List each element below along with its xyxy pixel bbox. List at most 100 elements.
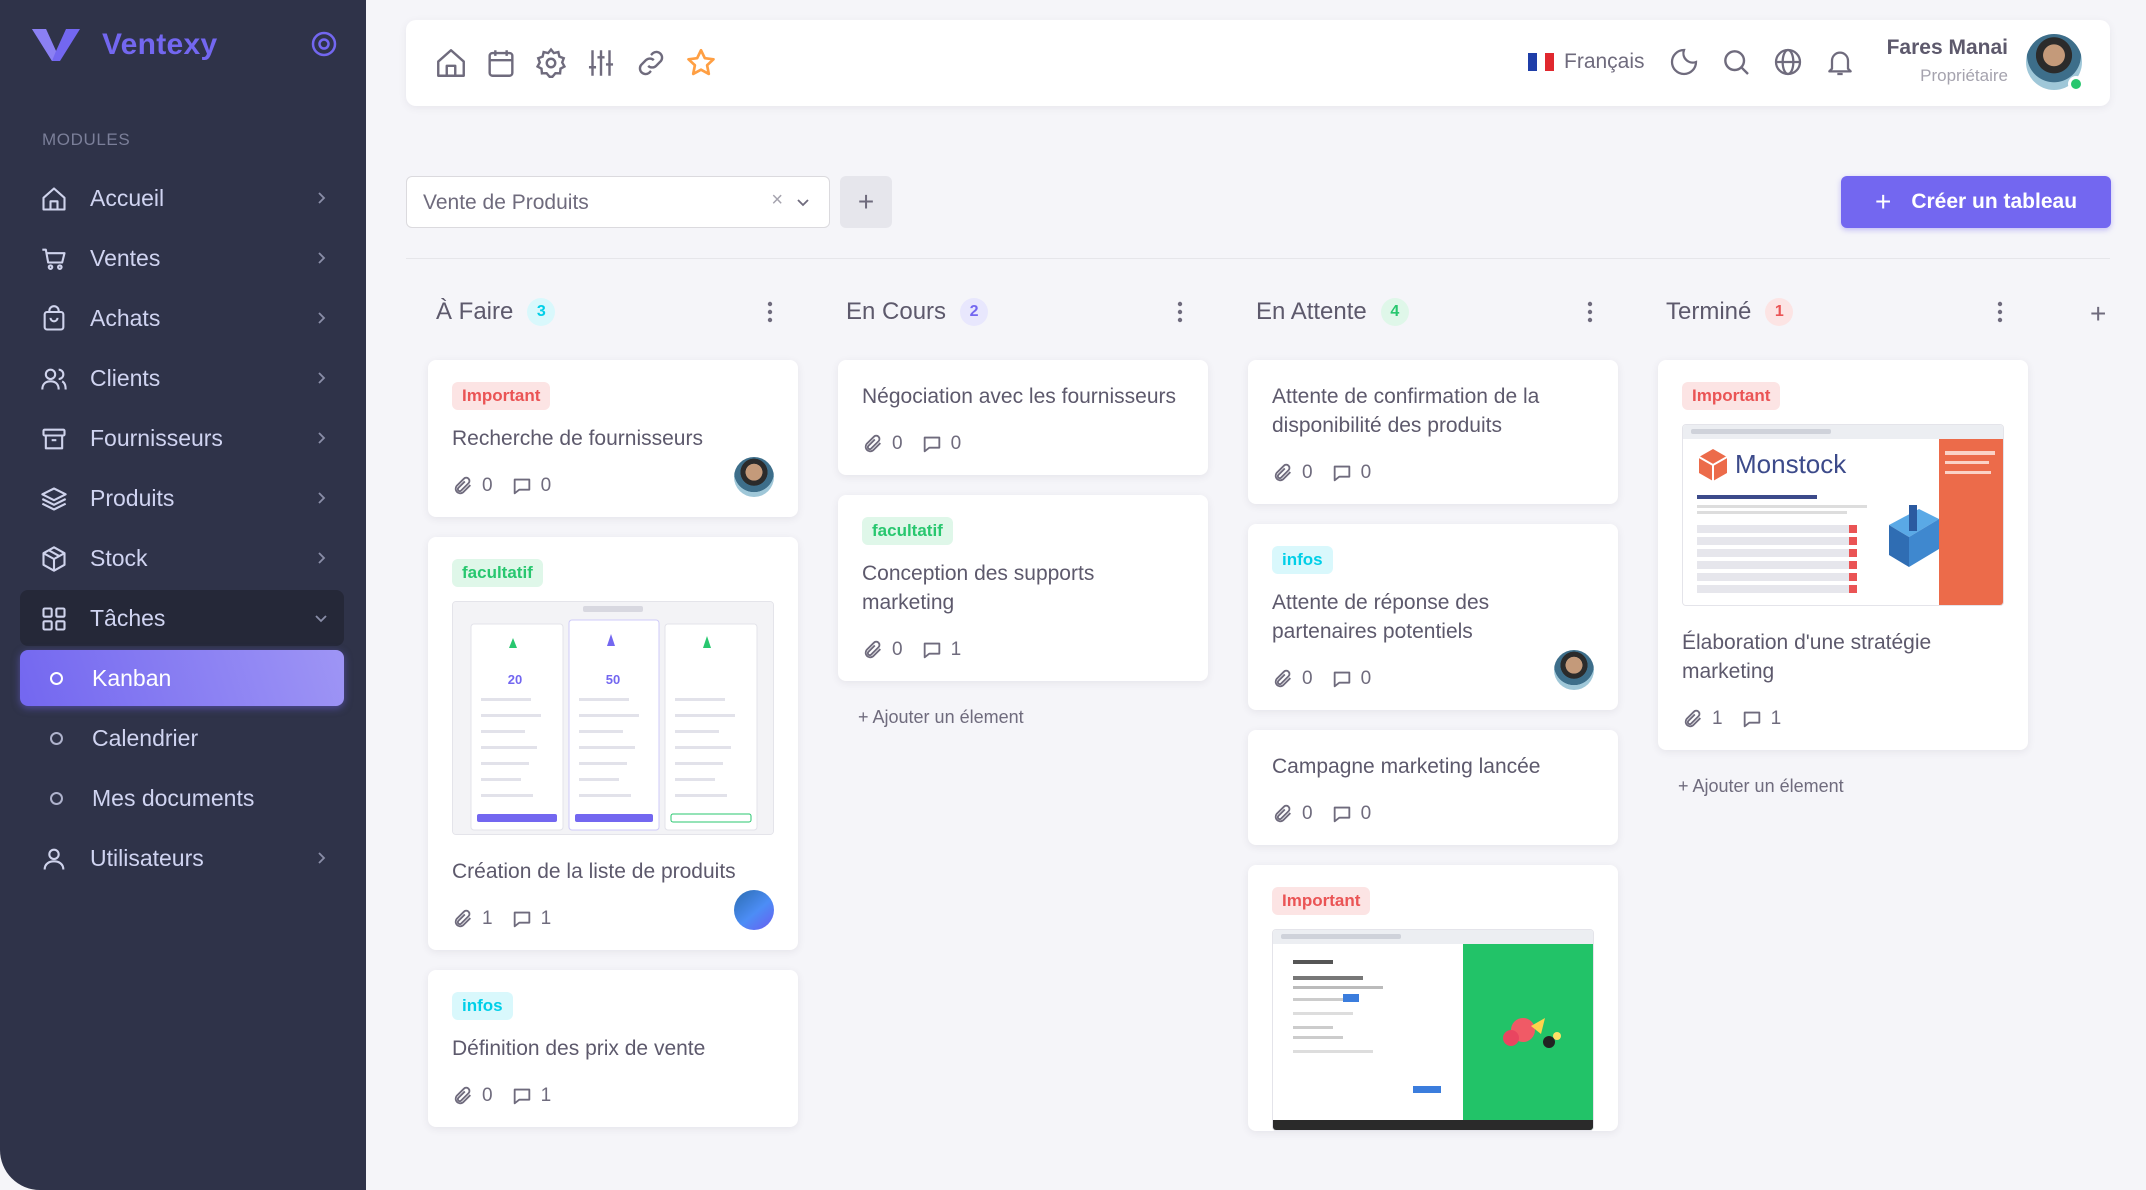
moon-icon[interactable]	[1668, 46, 1700, 78]
board-select[interactable]: Vente de Produits ×	[406, 176, 830, 228]
sidebar-item-label: Clients	[90, 364, 161, 391]
card-meta: 0 1	[452, 1085, 774, 1107]
search-icon[interactable]	[1720, 46, 1752, 78]
column-title[interactable]: Terminé	[1666, 298, 1751, 326]
kanban-card[interactable]: infos Attente de réponse des partenaires…	[1248, 524, 1618, 710]
column-title[interactable]: À Faire	[436, 298, 513, 326]
package-icon	[42, 546, 66, 572]
sidebar-item-achats[interactable]: Achats	[20, 290, 344, 346]
more-vertical-icon[interactable]	[756, 298, 784, 326]
kanban-card[interactable]: Attente de confirmation de la disponibil…	[1248, 360, 1618, 504]
add-item-button[interactable]: + Ajouter un élement	[858, 707, 1208, 728]
more-vertical-icon[interactable]	[1576, 298, 1604, 326]
attachment-count: 1	[482, 908, 493, 929]
sidebar-item-ventes[interactable]: Ventes	[20, 230, 344, 286]
card-title: Campagne marketing lancée	[1272, 755, 1541, 778]
chevron-right-icon	[318, 252, 326, 264]
sidebar-item-clients[interactable]: Clients	[20, 350, 344, 406]
kanban-card[interactable]: infos Définition des prix de vente 0 1	[428, 970, 798, 1127]
sidebar-item-label: Stock	[90, 544, 148, 571]
user-role: Propriétaire	[1920, 66, 2008, 85]
shopping-cart-icon	[42, 248, 66, 270]
add-column-button[interactable]: +	[2090, 298, 2106, 330]
column-title[interactable]: En Cours	[846, 298, 946, 326]
sidebar-subitem-kanban[interactable]: Kanban	[20, 650, 344, 706]
kanban-card[interactable]: Campagne marketing lancée 0 0	[1248, 730, 1618, 845]
comment-count: 0	[540, 475, 552, 496]
kanban-card[interactable]: facultatif Conception des supports marke…	[838, 495, 1208, 681]
sidebar-item-stock[interactable]: Stock	[20, 530, 344, 586]
chevron-right-icon	[318, 192, 326, 204]
bell-icon[interactable]	[1824, 46, 1856, 78]
assignee-avatar[interactable]	[734, 457, 774, 497]
card-tag: facultatif	[862, 517, 953, 545]
chevron-right-icon	[318, 432, 326, 444]
circle-icon	[50, 732, 63, 745]
sidebar-item-produits[interactable]: Produits	[20, 470, 344, 526]
clear-selection-icon[interactable]: ×	[771, 189, 783, 212]
comment-count: 0	[1360, 462, 1372, 483]
card-meta: 1 1	[452, 908, 774, 930]
sidebar-item-label: Accueil	[90, 184, 165, 211]
top-navbar: Français Fares Manai Propriétaire	[406, 20, 2110, 106]
comment-icon	[1333, 671, 1350, 688]
kanban-card[interactable]: Important	[1248, 865, 1618, 1131]
sidebar: Ventexy MODULES Accueil Ventes Achats Cl…	[0, 0, 366, 1190]
more-vertical-icon[interactable]	[1986, 298, 2014, 326]
column-count-badge: 4	[1380, 298, 1409, 326]
link-icon[interactable]	[634, 46, 668, 80]
sidebar-item-utilisateurs[interactable]: Utilisateurs	[20, 830, 344, 886]
kanban-card[interactable]: Négociation avec les fournisseurs 0 0	[838, 360, 1208, 475]
assignee-avatar[interactable]	[734, 890, 774, 930]
create-board-button[interactable]: + Créer un tableau	[1841, 176, 2111, 228]
sidebar-item-taches[interactable]: Tâches	[20, 590, 344, 646]
create-board-label: Créer un tableau	[1911, 190, 2078, 213]
sidebar-subitem-label: Calendrier	[92, 724, 199, 751]
comment-count: 1	[540, 908, 552, 929]
sidebar-toggle-icon[interactable]	[310, 30, 338, 58]
card-title: Attente de réponse des partenaires poten…	[1272, 591, 1490, 643]
brand[interactable]: Ventexy	[30, 22, 218, 68]
sidebar-item-label: Utilisateurs	[90, 844, 204, 871]
calendar-icon[interactable]	[484, 46, 518, 80]
users-icon	[41, 368, 67, 390]
assignee-avatar[interactable]	[1554, 650, 1594, 690]
add-board-button[interactable]: +	[840, 176, 892, 228]
add-item-button[interactable]: + Ajouter un élement	[1678, 776, 2028, 797]
sidebar-subitem-label: Kanban	[92, 664, 172, 691]
column-header: À Faire 3	[428, 284, 798, 340]
star-icon[interactable]	[684, 46, 718, 80]
board-select-value: Vente de Produits	[423, 191, 589, 214]
card-meta: 0 1	[862, 639, 1184, 661]
topbar-actions	[1668, 46, 1856, 78]
card-image-campaign	[1272, 929, 1594, 1131]
kanban-column-termine: Terminé 1 Important Monstock Élaboration…	[1658, 284, 2028, 797]
user-name: Fares Manai	[1886, 36, 2008, 59]
chevron-right-icon	[318, 492, 326, 504]
kanban-card[interactable]: Important Recherche de fournisseurs 0 0	[428, 360, 798, 517]
attachment-count: 0	[892, 433, 903, 454]
kanban-card[interactable]: Important Monstock Élaboration d'une str…	[1658, 360, 2028, 750]
kanban-column-a-faire: À Faire 3 Important Recherche de fournis…	[428, 284, 798, 1127]
comment-icon	[513, 911, 530, 928]
card-title: Attente de confirmation de la disponibil…	[1272, 385, 1540, 437]
settings-gear-icon[interactable]	[534, 46, 568, 80]
globe-icon[interactable]	[1772, 46, 1804, 78]
kanban-card[interactable]: facultatif 20 50 Création de la liste de…	[428, 537, 798, 950]
adjustments-icon[interactable]	[584, 46, 618, 80]
sidebar-item-fournisseurs[interactable]: Fournisseurs	[20, 410, 344, 466]
online-status-dot	[2068, 76, 2084, 92]
shortcut-icons	[434, 46, 718, 80]
sidebar-subitem-calendrier[interactable]: Calendrier	[20, 710, 344, 766]
sidebar-subitem-mes-documents[interactable]: Mes documents	[20, 770, 344, 826]
paperclip-icon	[864, 434, 881, 453]
sidebar-item-label: Achats	[90, 304, 161, 331]
home-icon[interactable]	[434, 46, 468, 80]
sidebar-item-accueil[interactable]: Accueil	[20, 170, 344, 226]
paperclip-icon	[1274, 463, 1291, 482]
more-vertical-icon[interactable]	[1166, 298, 1194, 326]
card-title: Définition des prix de vente	[452, 1037, 706, 1060]
column-title[interactable]: En Attente	[1256, 298, 1367, 326]
comment-icon	[1333, 806, 1350, 823]
language-selector[interactable]: Français	[1528, 50, 1645, 74]
